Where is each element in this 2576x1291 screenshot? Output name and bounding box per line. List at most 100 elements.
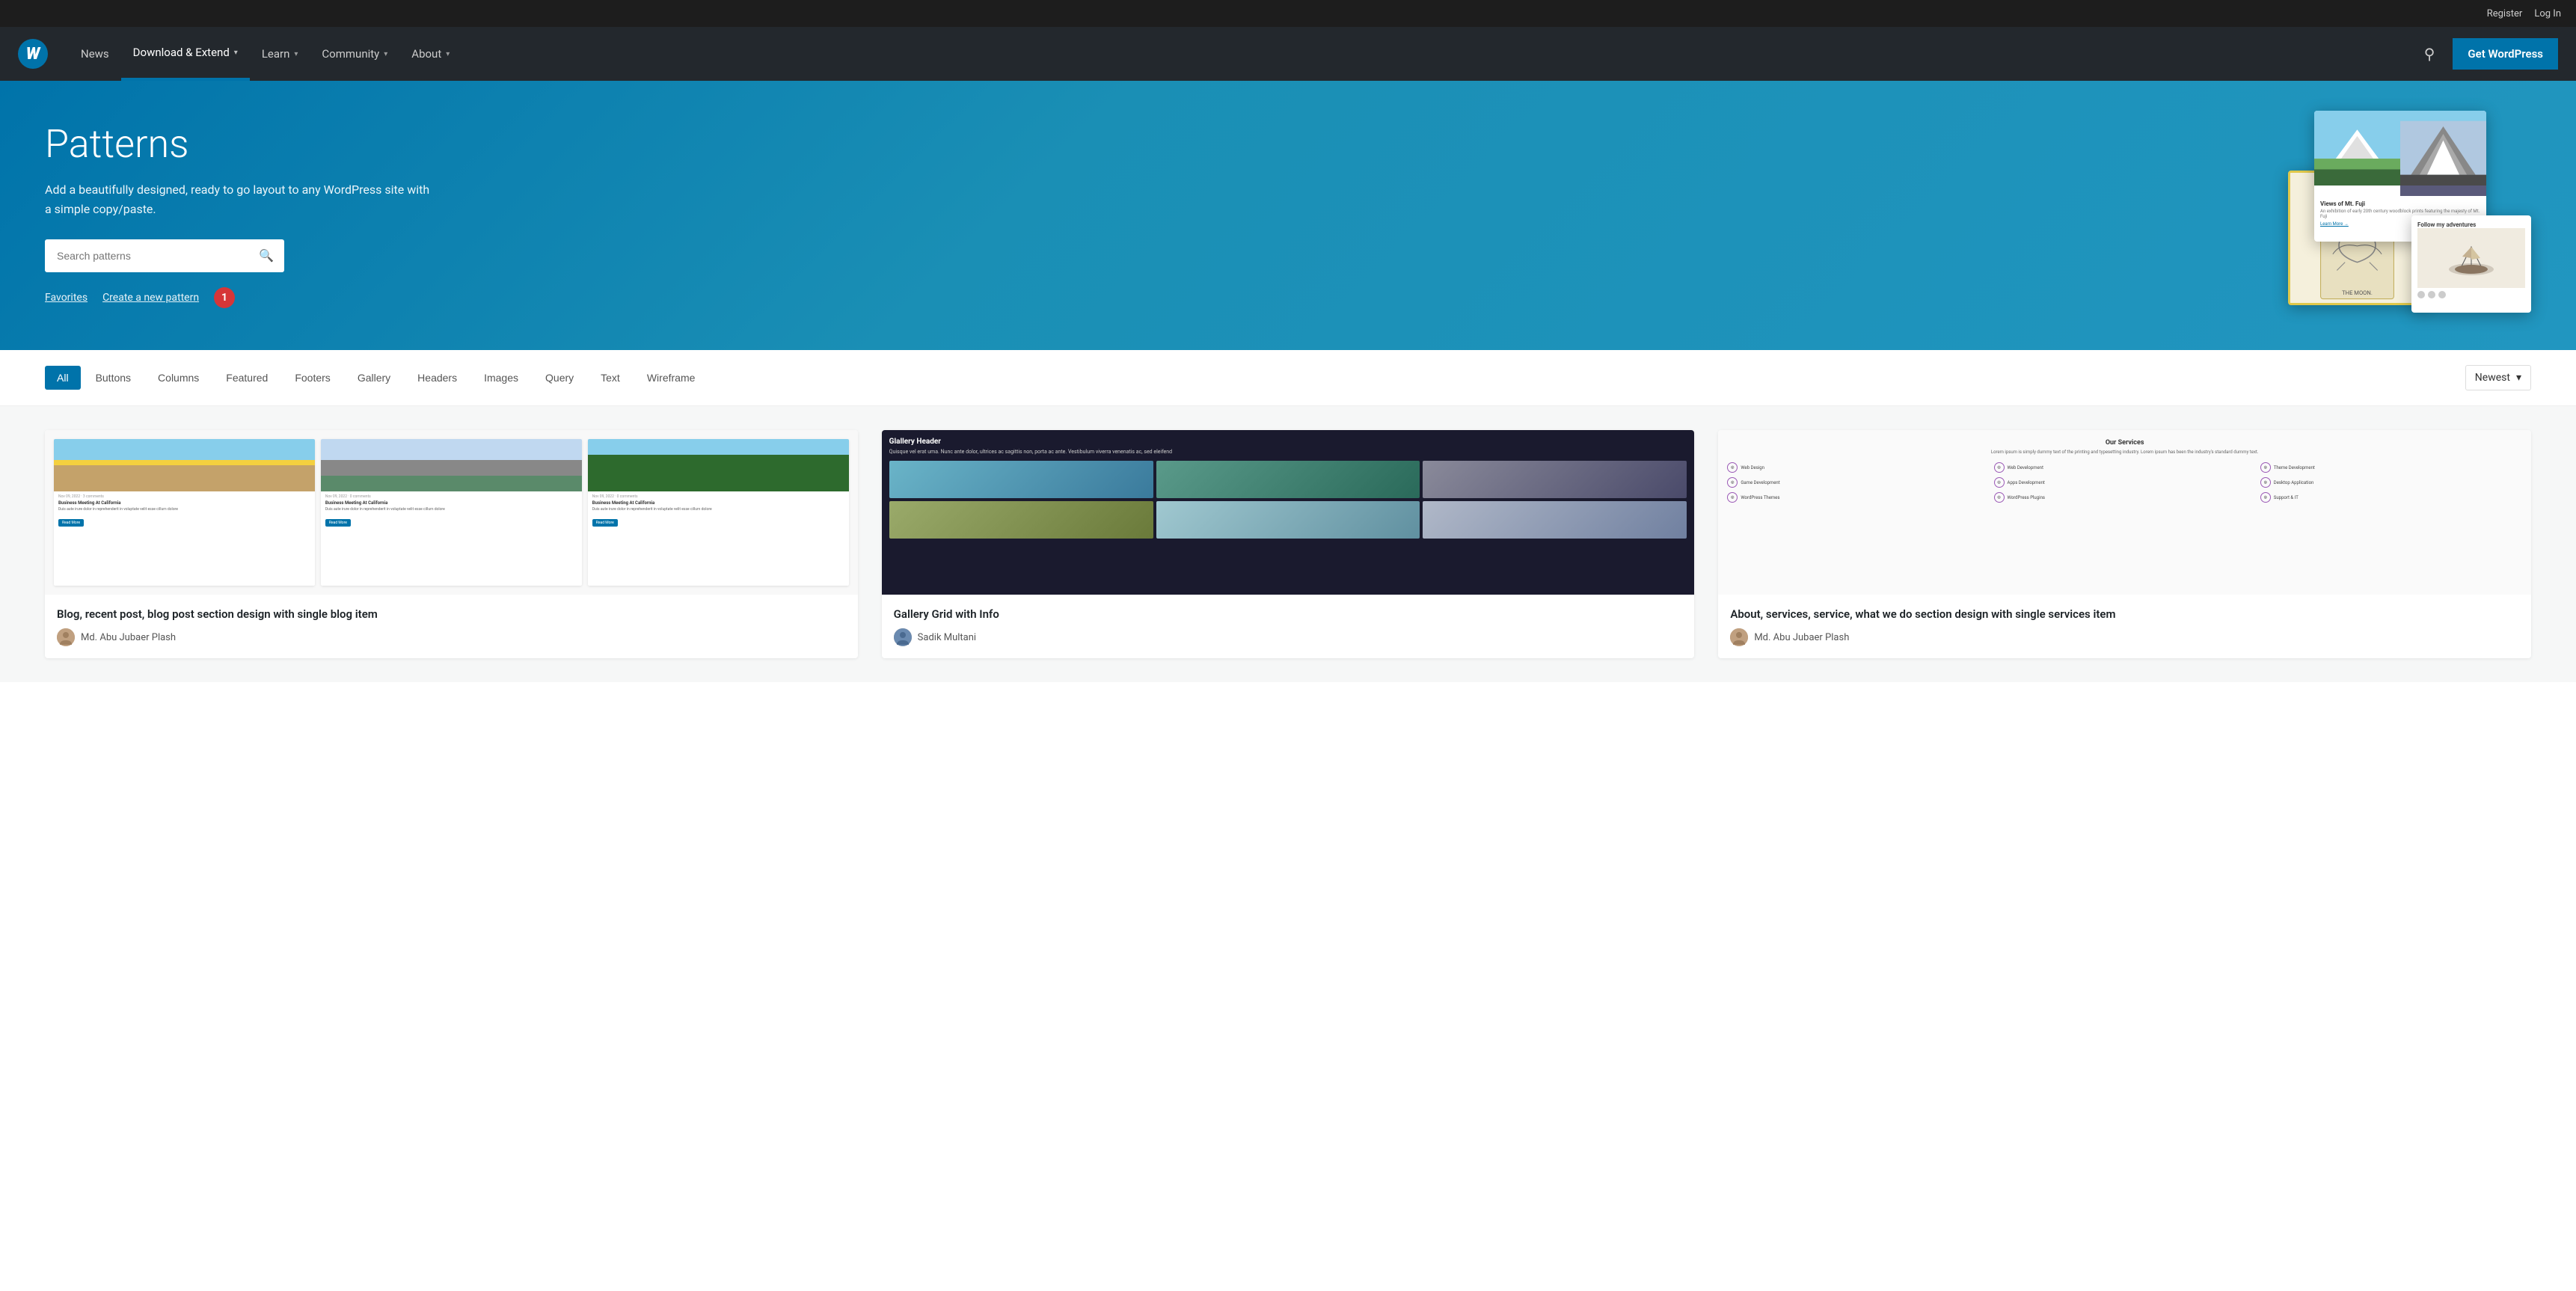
main-navigation: W News Download & Extend ▾ Learn ▾ Commu…	[0, 27, 2576, 81]
gallery-header-text: Glallery Header	[889, 438, 1687, 446]
login-link[interactable]: Log In	[2534, 8, 2561, 19]
wordpress-logo[interactable]: W	[18, 39, 48, 69]
services-subtitle: Lorem ipsum is simply dummy text of the …	[1727, 450, 2522, 455]
filter-tag-images[interactable]: Images	[472, 366, 530, 390]
author-name: Sadik Multani	[918, 632, 976, 643]
service-item-5: ◎ Apps Development	[1994, 477, 2256, 488]
patterns-grid: Nov 09, 2022 · 3 comments Business Meeti…	[0, 406, 2576, 682]
filter-tag-headers[interactable]: Headers	[405, 366, 469, 390]
pattern-card-info-3: About, services, service, what we do sec…	[1718, 595, 2531, 658]
author-avatar	[894, 628, 912, 646]
service-label: Web Development	[2008, 465, 2043, 470]
service-item-7: ◎ WordPress Themes	[1727, 492, 1989, 503]
services-title: Our Services	[1727, 439, 2522, 447]
nav-item-news[interactable]: News	[69, 27, 121, 81]
service-icon: ◎	[2260, 492, 2271, 503]
gallery-cell-1	[889, 461, 1153, 498]
search-button[interactable]: ⚲	[2418, 39, 2441, 70]
filter-tag-featured[interactable]: Featured	[214, 366, 280, 390]
filter-tag-wireframe[interactable]: Wireframe	[635, 366, 708, 390]
gallery-cell-2	[1156, 461, 1420, 498]
author-avatar	[57, 628, 75, 646]
service-label: Apps Development	[2008, 480, 2045, 485]
service-label: Support & IT	[2274, 495, 2299, 500]
service-item-6: ◎ Desktop Application	[2260, 477, 2522, 488]
service-item-3: ◎ Theme Development	[2260, 462, 2522, 473]
service-item-9: ◎ Support & IT	[2260, 492, 2522, 503]
sort-select[interactable]: Newest ▾	[2465, 365, 2531, 390]
filter-tags: All Buttons Columns Featured Footers Gal…	[45, 366, 2465, 390]
favorites-link[interactable]: Favorites	[45, 292, 88, 304]
service-label: Web Design	[1741, 465, 1764, 470]
filter-tag-footers[interactable]: Footers	[283, 366, 342, 390]
service-icon: ◎	[1994, 492, 2005, 503]
gallery-sub-text: Quisque vel erat uma. Nunc ante dolor, u…	[889, 449, 1687, 455]
service-icon: ◎	[2260, 477, 2271, 488]
filter-tag-text[interactable]: Text	[589, 366, 632, 390]
pattern-card-title: Gallery Grid with Info	[894, 607, 1683, 622]
filter-tag-columns[interactable]: Columns	[146, 366, 211, 390]
gallery-cell-3	[1423, 461, 1687, 498]
service-item-2: ◎ Web Development	[1994, 462, 2256, 473]
pattern-card: Nov 09, 2022 · 3 comments Business Meeti…	[45, 430, 858, 658]
nav-right: ⚲ Get WordPress	[2418, 38, 2558, 70]
filter-tag-gallery[interactable]: Gallery	[346, 366, 402, 390]
author-name: Md. Abu Jubaer Plash	[1754, 632, 1849, 643]
pattern-card-title: Blog, recent post, blog post section des…	[57, 607, 846, 622]
filter-tag-query[interactable]: Query	[533, 366, 586, 390]
pattern-card-author-3: Md. Abu Jubaer Plash	[1730, 628, 2519, 646]
pattern-card-image-1: Nov 09, 2022 · 3 comments Business Meeti…	[45, 430, 858, 595]
service-label: WordPress Plugins	[2008, 495, 2045, 500]
hero-image: Views of Mt. Fuji An exhibition of early…	[434, 111, 2531, 320]
register-link[interactable]: Register	[2487, 8, 2523, 19]
get-wordpress-button[interactable]: Get WordPress	[2453, 38, 2558, 70]
nav-item-community[interactable]: Community ▾	[310, 27, 399, 81]
top-bar: Register Log In	[0, 0, 2576, 27]
service-icon: ◎	[1727, 462, 1738, 473]
gallery-cell-5	[1156, 501, 1420, 539]
pattern-card-image-2: Glallery Header Quisque vel erat uma. Nu…	[882, 430, 1695, 595]
search-submit-button[interactable]: 🔍	[248, 239, 284, 272]
preview-card-ship: Follow my adventures	[2411, 215, 2531, 313]
chevron-down-icon: ▾	[234, 49, 238, 57]
author-name: Md. Abu Jubaer Plash	[81, 632, 176, 643]
gallery-preview: Glallery Header Quisque vel erat uma. Nu…	[882, 430, 1695, 595]
filter-bar: All Buttons Columns Featured Footers Gal…	[0, 350, 2576, 406]
nav-item-download-extend[interactable]: Download & Extend ▾	[121, 27, 250, 81]
search-bar: 🔍	[45, 239, 284, 272]
social-icon-3	[2438, 291, 2446, 298]
social-icon-2	[2428, 291, 2435, 298]
pattern-card-info-2: Gallery Grid with Info Sadik Multani	[882, 595, 1695, 658]
pattern-card-title: About, services, service, what we do sec…	[1730, 607, 2519, 622]
nav-item-about[interactable]: About ▾	[399, 27, 461, 81]
sort-chevron-icon: ▾	[2516, 372, 2521, 384]
hero-content: Patterns Add a beautifully designed, rea…	[45, 123, 434, 308]
create-pattern-link[interactable]: Create a new pattern	[102, 292, 199, 304]
nav-item-learn[interactable]: Learn ▾	[250, 27, 310, 81]
pattern-card: Glallery Header Quisque vel erat uma. Nu…	[882, 430, 1695, 658]
service-item-1: ◎ Web Design	[1727, 462, 1989, 473]
service-icon: ◎	[2260, 462, 2271, 473]
services-preview: Our Services Lorem ipsum is simply dummy…	[1718, 430, 2531, 595]
filter-tag-all[interactable]: All	[45, 366, 81, 390]
search-input[interactable]	[45, 241, 248, 271]
blog-preview: Nov 09, 2022 · 3 comments Business Meeti…	[45, 430, 858, 595]
author-avatar	[1730, 628, 1748, 646]
blog-item-1: Nov 09, 2022 · 3 comments Business Meeti…	[54, 439, 315, 586]
service-label: Desktop Application	[2274, 480, 2314, 485]
notification-badge: 1	[214, 287, 235, 308]
filter-tag-buttons[interactable]: Buttons	[84, 366, 143, 390]
preview-cards: Views of Mt. Fuji An exhibition of early…	[2232, 111, 2531, 320]
hero-links: Favorites Create a new pattern 1	[45, 287, 434, 308]
pattern-card-author-2: Sadik Multani	[894, 628, 1683, 646]
blog-item-2: Nov 09, 2022 · 0 comments Business Meeti…	[321, 439, 582, 586]
blog-img-3	[588, 439, 849, 491]
blog-img-2	[321, 439, 582, 491]
gallery-grid	[889, 461, 1687, 539]
svg-text:THE MOON.: THE MOON.	[2342, 289, 2373, 296]
pattern-card-info-1: Blog, recent post, blog post section des…	[45, 595, 858, 658]
service-label: Game Development	[1741, 480, 1779, 485]
service-icon: ◎	[1727, 492, 1738, 503]
service-icon: ◎	[1727, 477, 1738, 488]
service-label: WordPress Themes	[1741, 495, 1779, 500]
